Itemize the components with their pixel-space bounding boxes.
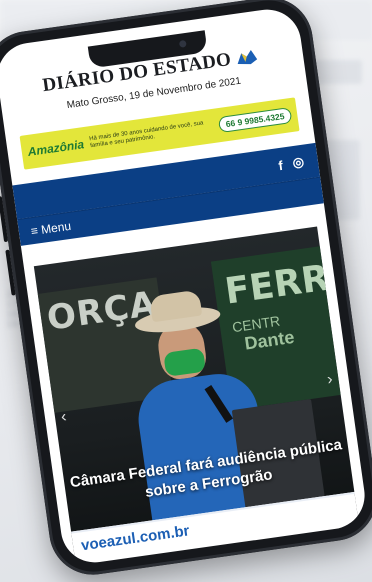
- menu-button[interactable]: ≡ Menu: [30, 219, 72, 238]
- instagram-icon[interactable]: ◎: [292, 154, 305, 171]
- facebook-icon[interactable]: f: [277, 157, 283, 172]
- map-logo-icon: [234, 47, 260, 68]
- ad-tagline: Há mais de 30 anos cuidando de você, sua…: [88, 120, 204, 150]
- ad-brand: Amazônia: [26, 137, 85, 159]
- ad-phone: 66 9 9985.4325: [217, 107, 293, 134]
- phone-mockup: DIÁRIO DO ESTADO Mato Grosso, 19 de Nove…: [0, 0, 372, 581]
